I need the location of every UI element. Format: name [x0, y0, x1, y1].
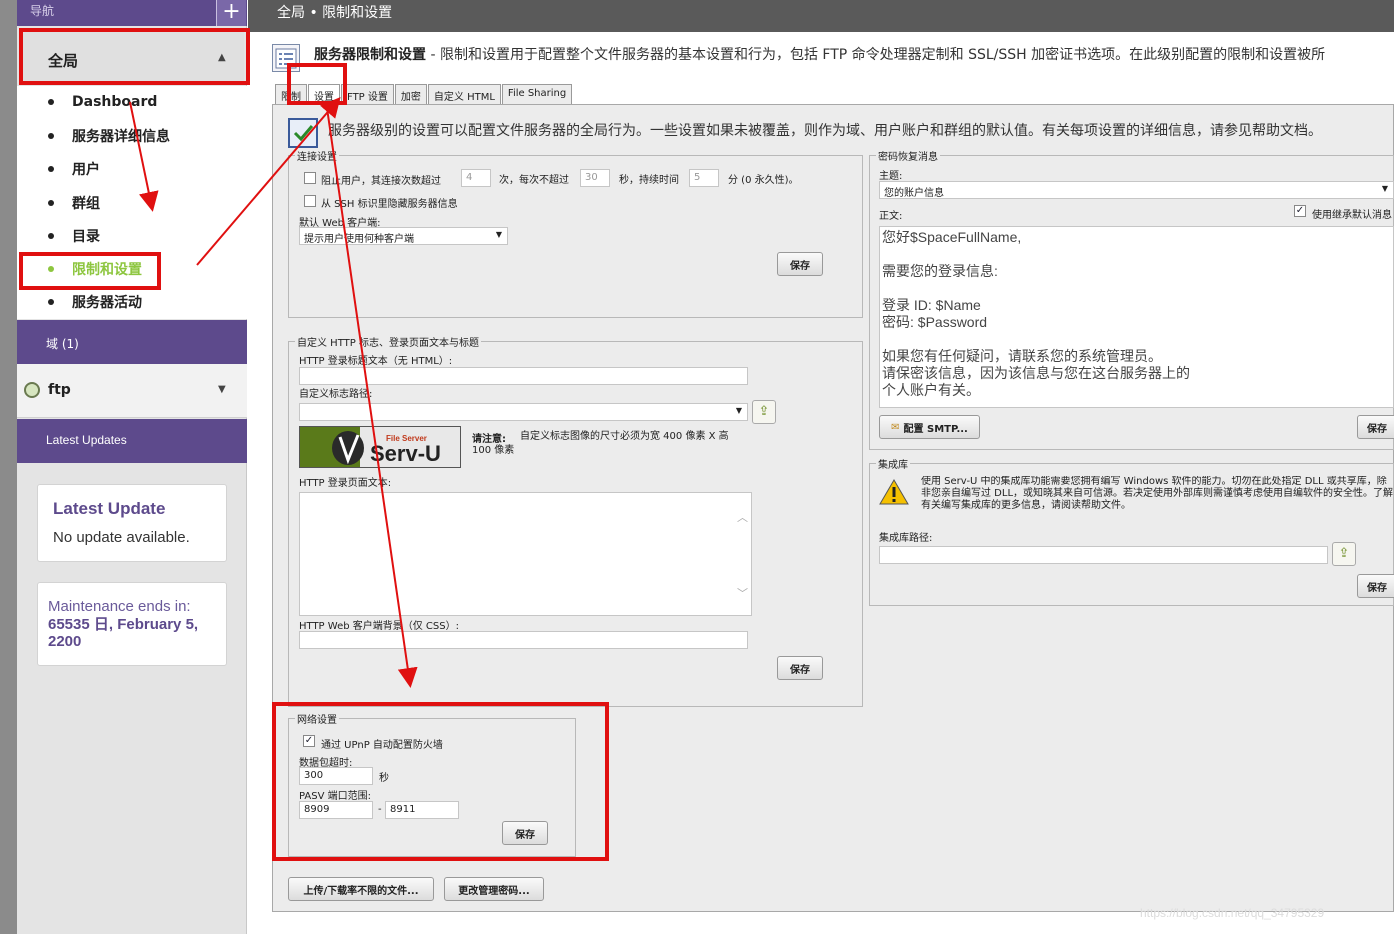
annotation-arrows — [129, 96, 418, 688]
watermark: https://blog.csdn.net/qq_34795329 — [1140, 906, 1325, 920]
